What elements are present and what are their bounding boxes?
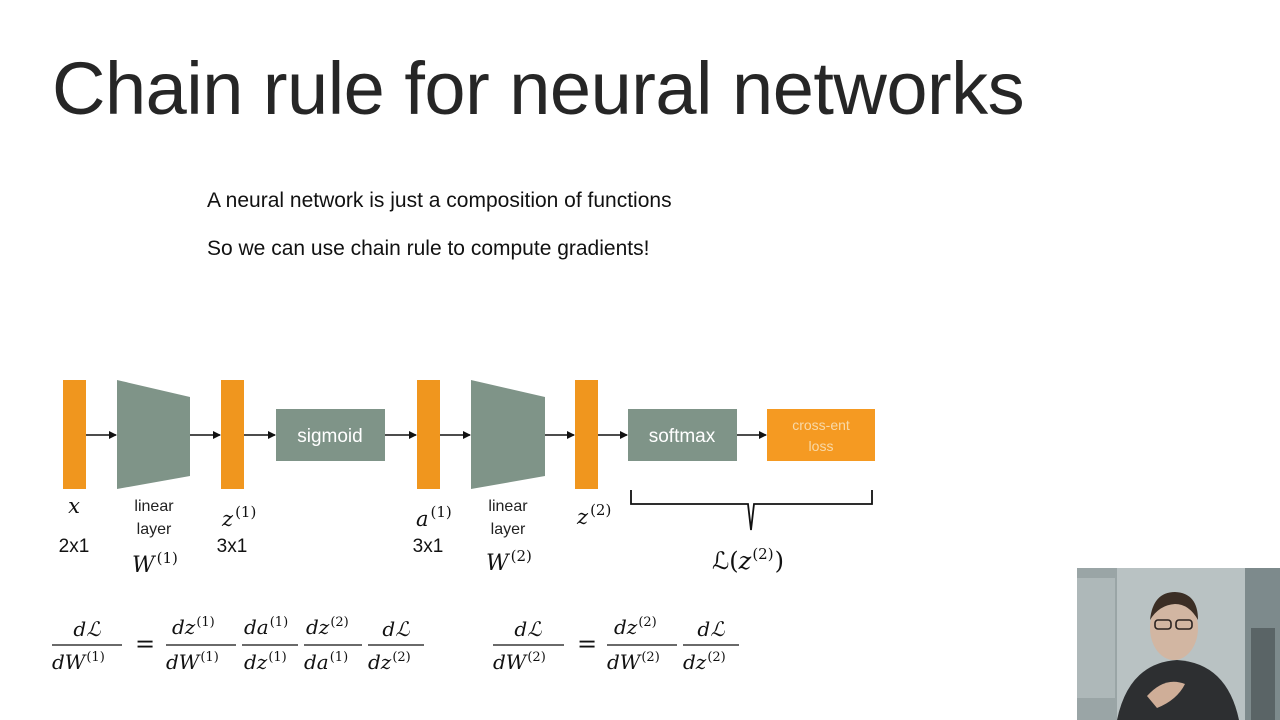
eq1-f2-den: dz(1): [244, 650, 287, 674]
eq1-lhs-num: dℒ: [73, 617, 101, 641]
loss-close-paren: ): [775, 547, 784, 575]
eq2-f1-num: dz(2): [614, 615, 657, 639]
eq1-f3-den-base: da: [304, 650, 329, 674]
w2-sup: (2): [511, 547, 532, 565]
loss-open-paren: (: [729, 547, 738, 575]
eq1-f2-den-base: dz: [244, 650, 268, 674]
eq2-equals: =: [577, 630, 597, 658]
eq2-lhs-den-base: dW: [493, 650, 528, 674]
eq2-f2-den: dz(2): [683, 650, 726, 674]
equation-dL-dW2: dℒ dW(2) = dz(2) dW(2) dℒ dz(2): [493, 615, 739, 674]
eq2-f1-den: dW(2): [607, 650, 660, 674]
z2-symbol: z: [576, 505, 589, 529]
eq1-lhs-den: dW(1): [52, 650, 105, 674]
loss-expression: ℒ(z(2)): [712, 545, 784, 575]
z1-label: z (1): [221, 503, 256, 531]
eq1-f3-den: da(1): [304, 650, 348, 674]
eq1-f4-den-sup: (2): [392, 650, 410, 665]
z2-vector: [575, 380, 598, 489]
a1-dim: 3x1: [413, 536, 444, 557]
eq2-f2-den-base: dz: [683, 650, 707, 674]
w2-symbol: W: [486, 551, 511, 576]
eq1-f1-num-base: dz: [172, 615, 196, 639]
eq1-f3-num: dz(2): [306, 615, 349, 639]
eq1-f4-den-base: dz: [368, 650, 392, 674]
softmax-label: softmax: [649, 426, 716, 447]
eq2-lhs-den: dW(2): [493, 650, 546, 674]
a1-vector: [417, 380, 440, 489]
z1-sup: (1): [235, 503, 256, 521]
z1-dim: 3x1: [217, 536, 248, 557]
x-dim: 2x1: [59, 536, 90, 557]
eq2-lhs-den-sup: (2): [527, 650, 545, 665]
z1-vector: [221, 380, 244, 489]
linear2-label-line2: layer: [491, 521, 526, 538]
presenter-video-frame: [1077, 568, 1280, 720]
eq1-f3-num-sup: (2): [330, 615, 348, 630]
eq2-f1-den-sup: (2): [641, 650, 659, 665]
loss-z: z: [738, 547, 752, 575]
loss-label-line2: loss: [809, 438, 834, 454]
a1-label: a (1): [416, 503, 452, 531]
eq1-lhs-den-sup: (1): [86, 650, 104, 665]
z1-symbol: z: [221, 507, 234, 531]
eq1-equals: =: [135, 630, 155, 658]
eq1-f2-num-sup: (1): [270, 615, 288, 630]
eq1-f3-den-sup: (1): [330, 650, 348, 665]
eq2-f1-den-base: dW: [607, 650, 642, 674]
loss-sup: (2): [752, 545, 773, 563]
z2-label: z (2): [576, 501, 611, 529]
w1-sup: (1): [157, 549, 178, 567]
eq1-f1-den-sup: (1): [200, 650, 218, 665]
eq1-f1-den-base: dW: [166, 650, 201, 674]
w2-label: W (2): [486, 547, 532, 576]
z2-sup: (2): [590, 501, 611, 519]
eq2-f1-num-base: dz: [614, 615, 638, 639]
eq1-f1-den: dW(1): [166, 650, 219, 674]
x-vector: [63, 380, 86, 489]
w1-symbol: W: [132, 553, 157, 578]
equation-dL-dW1: dℒ dW(1) = dz(1) dW(1) da(1) dz(1) dz(2)…: [52, 615, 424, 674]
eq1-f4-num: dℒ: [382, 617, 410, 641]
w1-label: W (1): [132, 549, 178, 578]
eq2-f2-den-sup: (2): [707, 650, 725, 665]
linear1-label-line1: linear: [134, 498, 174, 515]
presenter-webcam: [1077, 568, 1280, 720]
eq1-f3-num-base: dz: [306, 615, 330, 639]
sigmoid-label: sigmoid: [297, 426, 362, 447]
loss-label-line1: cross-ent: [792, 417, 850, 433]
linear2-label-line1: linear: [488, 498, 528, 515]
eq1-lhs-den-base: dW: [52, 650, 87, 674]
eq1-f1-num: dz(1): [172, 615, 215, 639]
x-symbol: x: [68, 494, 80, 518]
eq1-f2-den-sup: (1): [268, 650, 286, 665]
linear-layer-2: [471, 380, 545, 489]
a1-sup: (1): [431, 503, 452, 521]
eq1-f2-num: da(1): [244, 615, 288, 639]
eq1-f4-den: dz(2): [368, 650, 411, 674]
linear1-label-line2: layer: [137, 521, 172, 538]
linear-layer-1: [117, 380, 190, 489]
eq2-f2-num: dℒ: [697, 617, 725, 641]
a1-symbol: a: [416, 507, 429, 531]
eq1-f2-num-base: da: [244, 615, 269, 639]
loss-brace: [630, 490, 873, 531]
eq2-f1-num-sup: (2): [638, 615, 656, 630]
eq2-lhs-num: dℒ: [514, 617, 542, 641]
eq1-f1-num-sup: (1): [196, 615, 214, 630]
x-symbol-text: x: [68, 494, 80, 518]
loss-L: ℒ: [712, 547, 729, 575]
